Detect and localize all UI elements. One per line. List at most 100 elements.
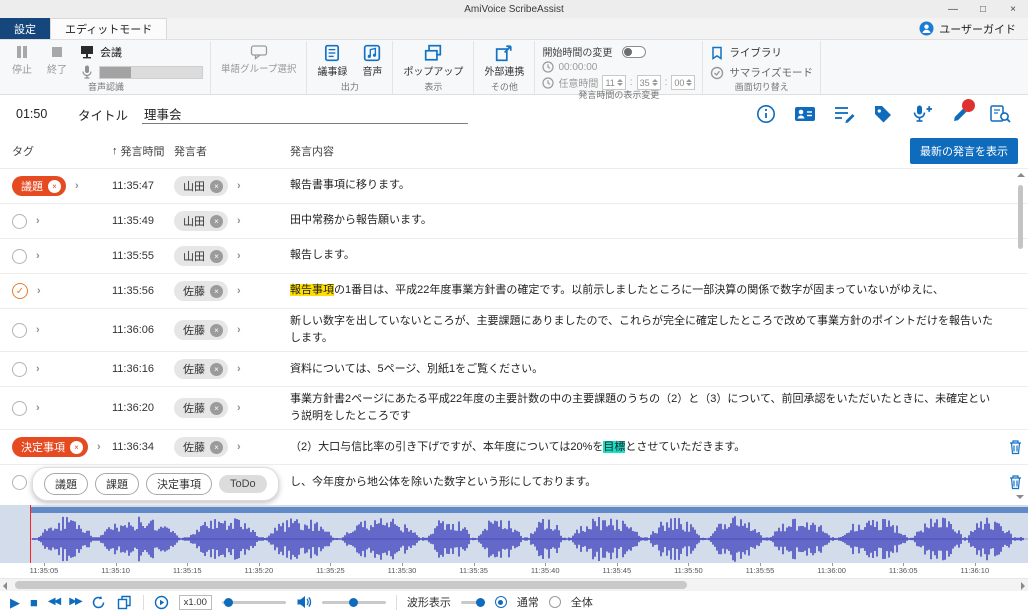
minute-spinner[interactable]: 35 bbox=[637, 75, 661, 90]
speed-value[interactable]: x1.00 bbox=[179, 595, 212, 610]
tag-badge[interactable]: 議題× bbox=[12, 176, 66, 196]
spin-down-icon[interactable] bbox=[686, 83, 692, 86]
tag-option[interactable]: 課題 bbox=[95, 473, 139, 495]
chevron-right-icon[interactable]: › bbox=[36, 402, 40, 414]
waveform[interactable] bbox=[0, 505, 1028, 563]
chevron-right-icon[interactable]: › bbox=[237, 180, 241, 192]
chevron-right-icon[interactable]: › bbox=[36, 250, 40, 262]
edit-list-button[interactable] bbox=[832, 102, 856, 126]
tag-select-circle[interactable] bbox=[12, 475, 27, 490]
chevron-right-icon[interactable]: › bbox=[237, 324, 241, 336]
chevron-right-icon[interactable]: › bbox=[75, 180, 79, 192]
tag-select-circle[interactable] bbox=[12, 249, 27, 264]
minimize-button[interactable]: — bbox=[938, 0, 968, 18]
tag-option[interactable]: ToDo bbox=[219, 475, 267, 493]
remove-speaker-icon[interactable]: × bbox=[210, 324, 223, 337]
speaker-card-button[interactable] bbox=[793, 102, 817, 126]
volume-icon[interactable] bbox=[296, 595, 312, 609]
scroll-right-icon[interactable] bbox=[1021, 582, 1025, 590]
waveform-toggle-knob[interactable] bbox=[476, 598, 485, 607]
add-speaker-mic-button[interactable] bbox=[910, 102, 934, 126]
mode-all-radio[interactable] bbox=[549, 596, 561, 608]
table-row[interactable]: ›11:36:20佐藤×›事業方針書2ページにあたる平成22年度の主要計数の中の… bbox=[0, 386, 1028, 429]
speech-text[interactable]: 報告事項の1番目は、平成22年度事業方針書の確定です。以前示しましたところに一部… bbox=[274, 282, 1002, 299]
speaker-pill[interactable]: 佐藤× bbox=[174, 320, 228, 340]
speaker-pill[interactable]: 佐藤× bbox=[174, 437, 228, 457]
external-link-button[interactable]: 外部連携 bbox=[481, 42, 527, 80]
table-row[interactable]: ✓›11:35:56佐藤×›報告事項の1番目は、平成22年度事業方針書の確定です… bbox=[0, 273, 1028, 308]
tag-select-circle[interactable] bbox=[12, 323, 27, 338]
remove-speaker-icon[interactable]: × bbox=[210, 215, 223, 228]
tag-select-circle[interactable] bbox=[12, 401, 27, 416]
chevron-right-icon[interactable]: › bbox=[36, 215, 40, 227]
table-scrollbar[interactable] bbox=[1014, 171, 1027, 503]
spin-up-icon[interactable] bbox=[686, 79, 692, 82]
tag-button[interactable] bbox=[871, 102, 895, 126]
maximize-button[interactable]: □ bbox=[968, 0, 998, 18]
speech-text[interactable]: し、今年度から地公体を除いた数字という形にしております。 bbox=[274, 474, 1002, 491]
copy-button[interactable] bbox=[117, 594, 133, 610]
popup-button[interactable]: ポップアップ bbox=[400, 42, 466, 80]
spin-down-icon[interactable] bbox=[617, 83, 623, 86]
stop-button[interactable]: 停止 bbox=[9, 42, 35, 78]
hour-spinner[interactable]: 11 bbox=[602, 75, 625, 90]
second-spinner[interactable]: 00 bbox=[671, 75, 695, 90]
column-header-tag[interactable]: タグ bbox=[12, 143, 112, 159]
tag-option[interactable]: 議題 bbox=[44, 473, 88, 495]
audio-output-button[interactable]: 音声 bbox=[359, 42, 385, 80]
waveform-scrollbar[interactable] bbox=[0, 578, 1028, 591]
column-header-content[interactable]: 発言内容 bbox=[274, 143, 1002, 159]
table-row[interactable]: ›11:35:49山田×›田中常務から報告願います。 bbox=[0, 203, 1028, 238]
scroll-up-icon[interactable] bbox=[1017, 173, 1025, 177]
remove-speaker-icon[interactable]: × bbox=[210, 402, 223, 415]
title-input[interactable] bbox=[142, 105, 468, 124]
remove-speaker-icon[interactable]: × bbox=[210, 363, 223, 376]
speech-text[interactable]: 田中常務から報告願います。 bbox=[274, 212, 1002, 229]
speaker-pill[interactable]: 佐藤× bbox=[174, 359, 228, 379]
chevron-right-icon[interactable]: › bbox=[237, 250, 241, 262]
spin-up-icon[interactable] bbox=[617, 79, 623, 82]
chevron-right-icon[interactable]: › bbox=[237, 215, 241, 227]
speech-text[interactable]: 事業方針書2ページにあたる平成22年度の主要計数の中の主要課題のうちの（2）と（… bbox=[274, 391, 1002, 425]
remove-speaker-icon[interactable]: × bbox=[210, 441, 223, 454]
info-button[interactable] bbox=[754, 102, 778, 126]
chevron-right-icon[interactable]: › bbox=[237, 441, 241, 453]
speech-text[interactable]: 新しい数字を出していないところが、主要課題にありましたので、これらが完全に確定し… bbox=[274, 313, 1002, 347]
speaker-pill[interactable]: 山田× bbox=[174, 246, 228, 266]
tag-badge[interactable]: 決定事項× bbox=[12, 437, 88, 457]
playhead-cursor[interactable] bbox=[30, 505, 31, 563]
confirmed-check-icon[interactable]: ✓ bbox=[12, 283, 28, 299]
chevron-right-icon[interactable]: › bbox=[237, 285, 241, 297]
volume-slider-knob[interactable] bbox=[349, 598, 358, 607]
remove-speaker-icon[interactable]: × bbox=[210, 180, 223, 193]
speaker-pill[interactable]: 山田× bbox=[174, 176, 228, 196]
start-time-toggle[interactable] bbox=[622, 46, 646, 58]
record-note-button[interactable] bbox=[949, 102, 973, 126]
volume-slider[interactable] bbox=[322, 601, 386, 604]
search-button[interactable] bbox=[988, 102, 1012, 126]
tag-select-circle[interactable] bbox=[12, 214, 27, 229]
tab-edit-mode[interactable]: エディットモード bbox=[50, 18, 167, 39]
play-button[interactable]: ▶ bbox=[10, 596, 20, 609]
remove-tag-icon[interactable]: × bbox=[70, 441, 83, 454]
speech-text[interactable]: 報告します。 bbox=[274, 247, 1002, 264]
end-button[interactable]: 終了 bbox=[44, 42, 70, 78]
waveform-panel[interactable] bbox=[0, 505, 1028, 563]
close-button[interactable]: × bbox=[998, 0, 1028, 18]
waveform-display-toggle[interactable] bbox=[461, 601, 485, 604]
mode-normal-radio[interactable] bbox=[495, 596, 507, 608]
chevron-right-icon[interactable]: › bbox=[237, 402, 241, 414]
speed-slider[interactable] bbox=[222, 601, 286, 604]
table-row[interactable]: ›11:35:55山田×›報告します。 bbox=[0, 238, 1028, 273]
speaker-pill[interactable]: 山田× bbox=[174, 211, 228, 231]
column-header-time[interactable]: ↑ 発言時間 bbox=[112, 143, 174, 159]
table-scrollbar-thumb[interactable] bbox=[1018, 185, 1023, 249]
speed-slider-knob[interactable] bbox=[224, 598, 233, 607]
speech-text[interactable]: 資料については、5ページ、別紙1をご覧ください。 bbox=[274, 361, 1002, 378]
scroll-left-icon[interactable] bbox=[3, 582, 7, 590]
table-row[interactable]: 決定事項×›11:36:34佐藤×›（2）大口与信比率の引き下げですが、本年度に… bbox=[0, 429, 1028, 464]
remove-speaker-icon[interactable]: × bbox=[210, 285, 223, 298]
rewind-button[interactable]: ◀◀ bbox=[48, 597, 59, 607]
repeat-button[interactable] bbox=[91, 594, 107, 610]
remove-speaker-icon[interactable]: × bbox=[210, 250, 223, 263]
